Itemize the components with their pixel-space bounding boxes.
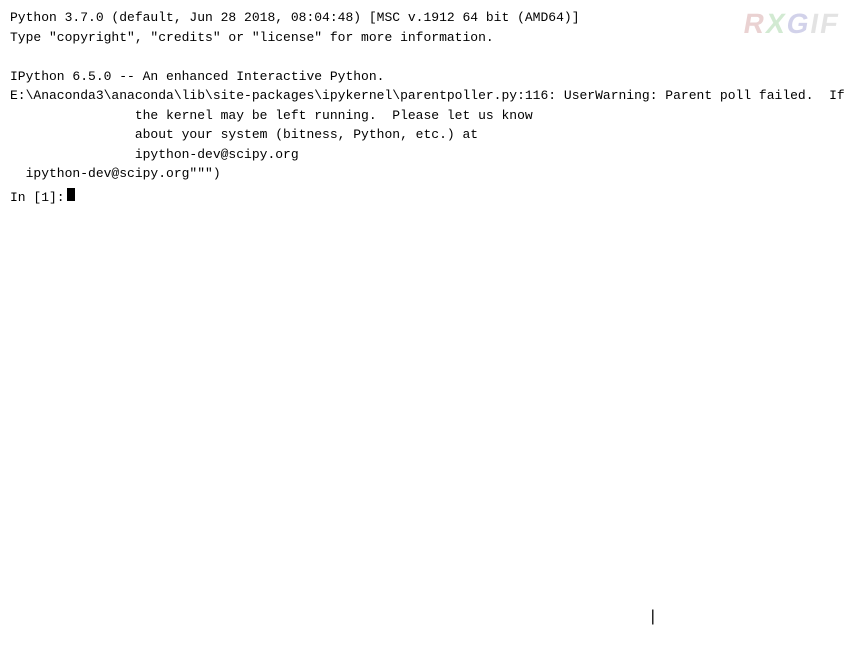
cursor bbox=[67, 188, 75, 201]
terminal-line: about your system (bitness, Python, etc.… bbox=[10, 125, 840, 145]
terminal-line: Python 3.7.0 (default, Jun 28 2018, 08:0… bbox=[10, 8, 840, 28]
mouse-cursor: | bbox=[648, 608, 658, 626]
terminal-line: the kernel may be left running. Please l… bbox=[10, 106, 840, 126]
terminal-line: IPython 6.5.0 -- An enhanced Interactive… bbox=[10, 67, 840, 87]
terminal-output: Python 3.7.0 (default, Jun 28 2018, 08:0… bbox=[10, 8, 840, 184]
terminal-line: Type "copyright", "credits" or "license"… bbox=[10, 28, 840, 48]
prompt-text: In [1]: bbox=[10, 190, 65, 205]
terminal-window[interactable]: RXGIF Python 3.7.0 (default, Jun 28 2018… bbox=[0, 0, 850, 666]
terminal-warning-line: E:\Anaconda3\anaconda\lib\site-packages\… bbox=[10, 86, 840, 106]
terminal-line: ipython-dev@scipy.org bbox=[10, 145, 840, 165]
watermark: RXGIF bbox=[742, 8, 843, 40]
terminal-line: ipython-dev@scipy.org""") bbox=[10, 164, 840, 184]
terminal-line bbox=[10, 47, 840, 67]
prompt-line[interactable]: In [1]: bbox=[10, 188, 840, 205]
